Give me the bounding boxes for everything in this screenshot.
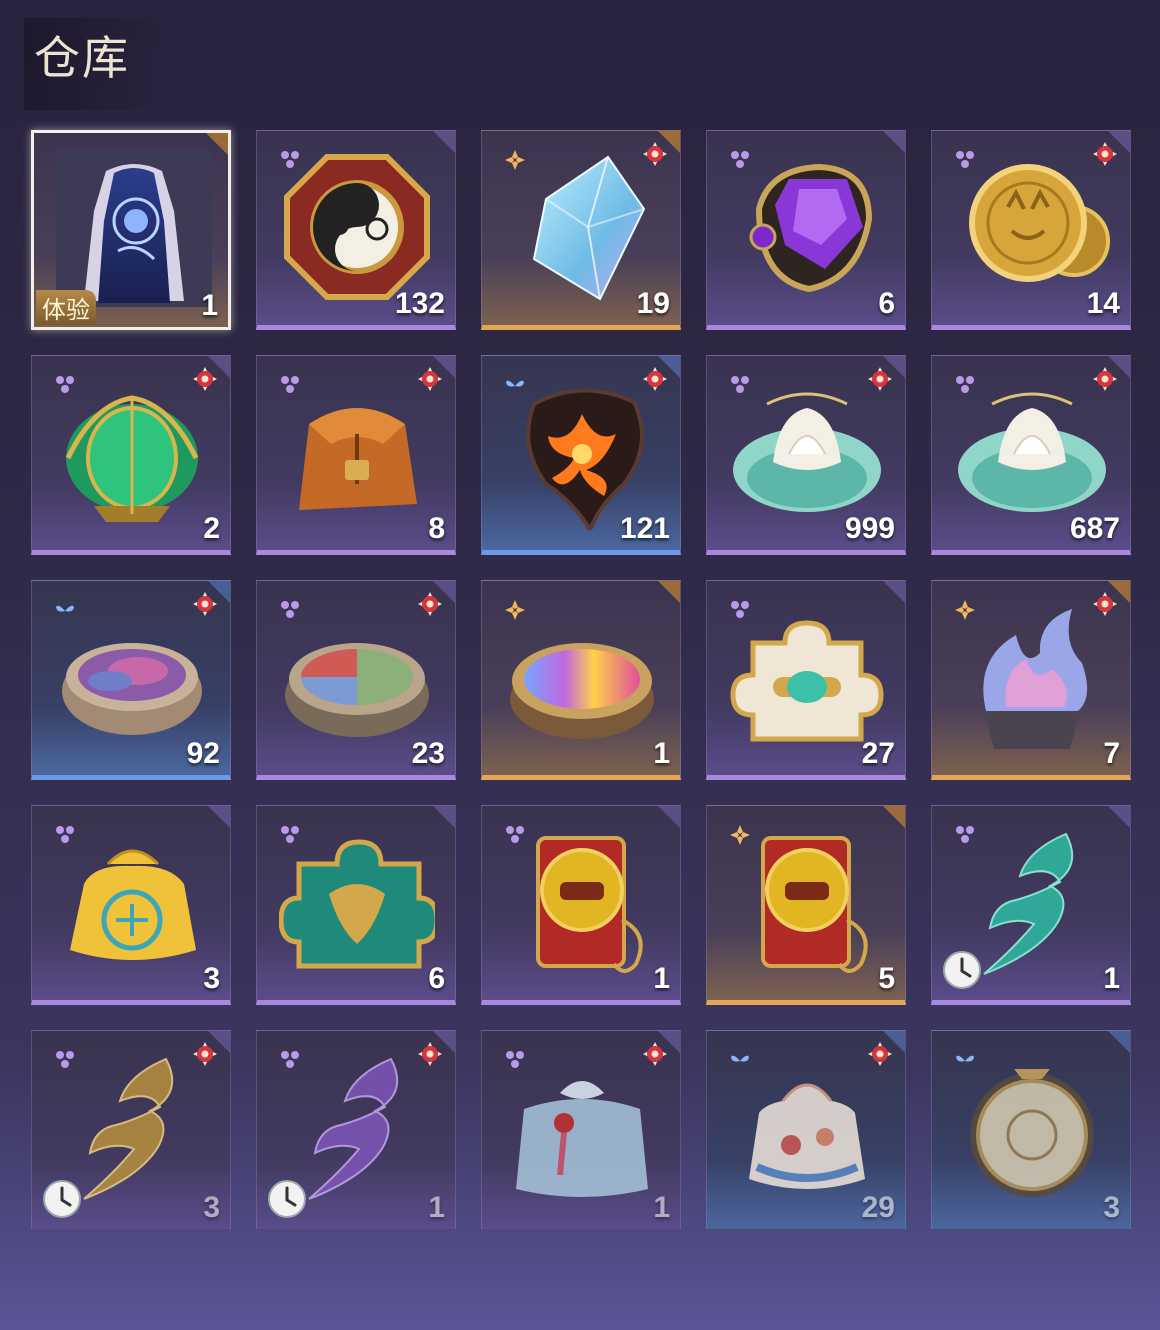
octagon-box-icon [279,149,435,305]
inventory-slot-gold-coins[interactable]: 14 [931,130,1131,330]
yellow-sachet-icon [54,824,210,980]
item-quantity: 1 [201,289,218,322]
inventory-slot-tri-powder-bowl[interactable]: 23 [256,580,456,780]
item-quantity: 2 [203,512,220,545]
inventory-slot-octagon-box[interactable]: 132 [256,130,456,330]
item-quantity: 121 [619,512,670,545]
item-quantity: 29 [861,1191,895,1224]
cloth-gift-bundle-icon [504,1049,660,1205]
purple-gem-icon [729,149,885,305]
inventory-slot-cloth-gift-bundle[interactable]: 1 [481,1030,681,1230]
item-quantity: 92 [186,737,220,770]
inventory-slot-green-lotus-lantern[interactable]: 2 [31,355,231,555]
item-quantity: 3 [203,962,220,995]
slot-corner-tab [1108,1031,1130,1053]
round-drum-charm-icon [954,1049,1110,1205]
inventory-grid: 体验 1 132 19 6 14 2 8 121 999 687 92 23 1… [31,130,1131,1230]
item-quantity: 19 [636,287,670,320]
inventory-slot-purple-gem[interactable]: 6 [706,130,906,330]
inventory-slot-jade-lotus[interactable]: 999 [706,355,906,555]
item-quantity: 1 [653,962,670,995]
inventory-slot-fire-shard[interactable]: 121 [481,355,681,555]
floral-pouch-icon [729,1049,885,1205]
inventory-slot-jade-lotus[interactable]: 687 [931,355,1131,555]
slot-corner-tab [208,806,230,828]
inventory-slot-pink-powder-bowl[interactable]: 92 [31,580,231,780]
slot-corner-tab [658,806,680,828]
item-quantity: 23 [411,737,445,770]
inventory-slot-red-scroll-token[interactable]: 5 [706,805,906,1005]
item-quantity: 5 [878,962,895,995]
item-quantity: 687 [1069,512,1120,545]
green-lotus-lantern-icon [54,374,210,530]
inventory-slot-floral-pouch[interactable]: 29 [706,1030,906,1230]
qipao-dress-icon [56,151,212,307]
inventory-slot-red-scroll-token[interactable]: 1 [481,805,681,1005]
item-quantity: 14 [1086,287,1120,320]
inventory-slot-rainbow-powder-bowl[interactable]: 1 [481,580,681,780]
inventory-slot-jade-puzzle-piece[interactable]: 6 [256,805,456,1005]
tri-powder-bowl-icon [279,599,435,755]
trial-tag: 体验 [36,290,96,325]
page-title: 仓库 [34,31,130,85]
slot-corner-tab [883,806,905,828]
leather-pouch-icon [279,374,435,530]
item-quantity: 1 [653,737,670,770]
jade-puzzle-piece-icon [278,824,440,980]
slot-corner-tab [658,581,680,603]
item-quantity: 27 [861,737,895,770]
slot-corner-tab [883,131,905,153]
item-quantity: 1 [1103,962,1120,995]
item-quantity: 3 [203,1191,220,1224]
clock-icon [42,1179,82,1219]
item-quantity: 3 [1103,1191,1120,1224]
inventory-slot-gold-swirl[interactable]: 3 [31,1030,231,1230]
item-quantity: 7 [1103,737,1120,770]
inventory-slot-leather-pouch[interactable]: 8 [256,355,456,555]
inventory-slot-blue-crystal[interactable]: 19 [481,130,681,330]
fire-shard-icon [504,374,660,535]
item-quantity: 132 [394,287,445,320]
inventory-slot-teal-swirl[interactable]: 1 [931,805,1131,1005]
blue-crystal-icon [504,149,660,305]
inventory-slot-round-drum-charm[interactable]: 3 [931,1030,1131,1230]
slot-corner-tab [883,581,905,603]
inventory-slot-pearl-puzzle-piece[interactable]: 27 [706,580,906,780]
clock-icon [942,950,982,990]
slot-corner-tab [433,806,455,828]
item-quantity: 1 [428,1191,445,1224]
gold-coins-icon [954,149,1110,305]
pink-powder-bowl-icon [54,599,210,755]
inventory-slot-opal-flame-stone[interactable]: 7 [931,580,1131,780]
rainbow-powder-bowl-icon [504,599,660,755]
inventory-slot-qipao-dress[interactable]: 体验 1 [31,130,231,330]
red-scroll-token-icon [729,824,885,980]
slot-corner-tab [433,131,455,153]
inventory-slot-yellow-sachet[interactable]: 3 [31,805,231,1005]
item-quantity: 6 [878,287,895,320]
pearl-puzzle-piece-icon [729,599,885,755]
slot-corner-tab [1108,806,1130,828]
item-quantity: 6 [428,962,445,995]
red-scroll-token-icon [504,824,660,980]
jade-lotus-icon [729,374,885,530]
item-quantity: 8 [428,512,445,545]
item-quantity: 1 [653,1191,670,1224]
jade-lotus-icon [954,374,1110,530]
item-quantity: 999 [844,512,895,545]
inventory-slot-violet-swirl[interactable]: 1 [256,1030,456,1230]
clock-icon [267,1179,307,1219]
opal-flame-stone-icon [954,599,1110,755]
